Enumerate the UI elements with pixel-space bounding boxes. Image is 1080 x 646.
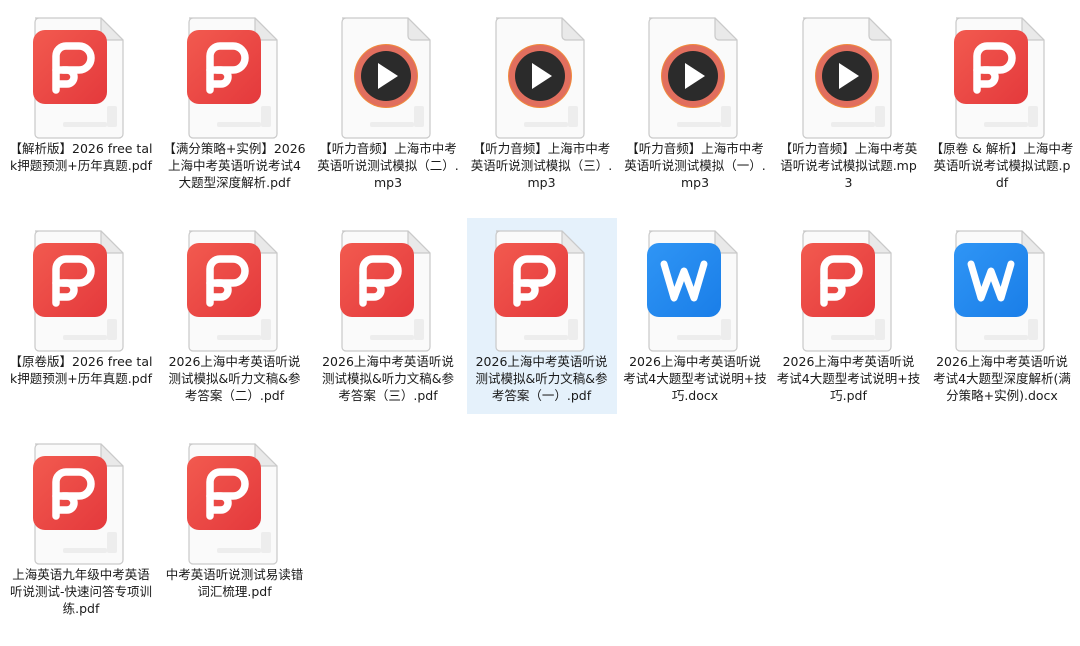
file-name-label: 上海英语九年级中考英语听说测试-快速问答专项训练.pdf xyxy=(9,567,152,616)
word-icon xyxy=(944,227,1062,353)
file-item-mp3[interactable]: 【听力音频】上海市中考英语听说测试模拟（一）.mp3 xyxy=(620,5,770,201)
file-name-label: 【原卷版】2026 free talk押题预测+历年真题.pdf xyxy=(9,354,153,386)
media-play-icon xyxy=(791,14,909,140)
file-item-pdf[interactable]: 2026上海中考英语听说测试模拟&听力文稿&参考答案（三）.pdf xyxy=(313,218,463,414)
pdf-icon xyxy=(177,227,295,353)
file-item-mp3[interactable]: 【听力音频】上海市中考英语听说测试模拟（三）.mp3 xyxy=(467,5,617,201)
file-name-label: 【原卷 & 解析】上海中考英语听说考试模拟试题.pdf xyxy=(930,141,1074,190)
file-item-pdf[interactable]: 【原卷 & 解析】上海中考英语听说考试模拟试题.pdf xyxy=(927,5,1077,201)
file-item-pdf[interactable]: 2026上海中考英语听说测试模拟&听力文稿&参考答案（二）.pdf xyxy=(160,218,310,414)
file-name-label: 【听力音频】上海中考英语听说考试模拟试题.mp3 xyxy=(779,141,918,190)
file-item-pdf[interactable]: 2026上海中考英语听说测试模拟&听力文稿&参考答案（一）.pdf xyxy=(466,218,617,414)
file-item-pdf[interactable]: 【解析版】2026 free talk押题预测+历年真题.pdf xyxy=(6,5,156,201)
file-name-label: 2026上海中考英语听说测试模拟&听力文稿&参考答案（二）.pdf xyxy=(168,354,301,403)
pdf-icon xyxy=(23,227,141,353)
file-item-pdf[interactable]: 中考英语听说测试易读错词汇梳理.pdf xyxy=(160,431,310,627)
pdf-icon xyxy=(23,440,141,566)
file-name-label: 【听力音频】上海市中考英语听说测试模拟（一）.mp3 xyxy=(624,141,766,190)
file-item-docx[interactable]: 2026上海中考英语听说考试4大题型深度解析(满分策略+实例).docx xyxy=(927,218,1077,414)
pdf-icon xyxy=(177,14,295,140)
file-item-pdf[interactable]: 【满分策略+实例】2026上海中考英语听说考试4大题型深度解析.pdf xyxy=(160,5,310,201)
file-name-label: 【满分策略+实例】2026上海中考英语听说考试4大题型深度解析.pdf xyxy=(163,141,306,190)
media-play-icon xyxy=(330,14,448,140)
word-icon xyxy=(637,227,755,353)
pdf-icon xyxy=(177,440,295,566)
file-name-label: 【听力音频】上海市中考英语听说测试模拟（三）.mp3 xyxy=(470,141,613,190)
file-name-label: 中考英语听说测试易读错词汇梳理.pdf xyxy=(165,567,304,599)
file-name-label: 2026上海中考英语听说测试模拟&听力文稿&参考答案（三）.pdf xyxy=(322,354,454,403)
media-play-icon xyxy=(484,14,602,140)
file-item-pdf[interactable]: 2026上海中考英语听说考试4大题型考试说明+技巧.pdf xyxy=(774,218,924,414)
file-name-label: 【解析版】2026 free talk押题预测+历年真题.pdf xyxy=(9,141,153,173)
file-grid: 【解析版】2026 free talk押题预测+历年真题.pdf 【满分策略+实… xyxy=(0,0,1080,646)
file-name-label: 2026上海中考英语听说测试模拟&听力文稿&参考答案（一）.pdf xyxy=(475,354,608,403)
pdf-icon xyxy=(484,227,602,353)
file-name-label: 【听力音频】上海市中考英语听说测试模拟（二）.mp3 xyxy=(317,141,459,190)
file-item-pdf[interactable]: 上海英语九年级中考英语听说测试-快速问答专项训练.pdf xyxy=(6,431,156,627)
file-item-pdf[interactable]: 【原卷版】2026 free talk押题预测+历年真题.pdf xyxy=(6,218,156,414)
pdf-icon xyxy=(944,14,1062,140)
file-name-label: 2026上海中考英语听说考试4大题型深度解析(满分策略+实例).docx xyxy=(933,354,1071,403)
pdf-icon xyxy=(23,14,141,140)
file-item-docx[interactable]: 2026上海中考英语听说考试4大题型考试说明+技巧.docx xyxy=(620,218,770,414)
file-item-mp3[interactable]: 【听力音频】上海中考英语听说考试模拟试题.mp3 xyxy=(774,5,924,201)
pdf-icon xyxy=(330,227,448,353)
media-play-icon xyxy=(637,14,755,140)
file-item-mp3[interactable]: 【听力音频】上海市中考英语听说测试模拟（二）.mp3 xyxy=(313,5,463,201)
pdf-icon xyxy=(791,227,909,353)
file-name-label: 2026上海中考英语听说考试4大题型考试说明+技巧.docx xyxy=(623,354,767,403)
file-name-label: 2026上海中考英语听说考试4大题型考试说明+技巧.pdf xyxy=(776,354,921,403)
